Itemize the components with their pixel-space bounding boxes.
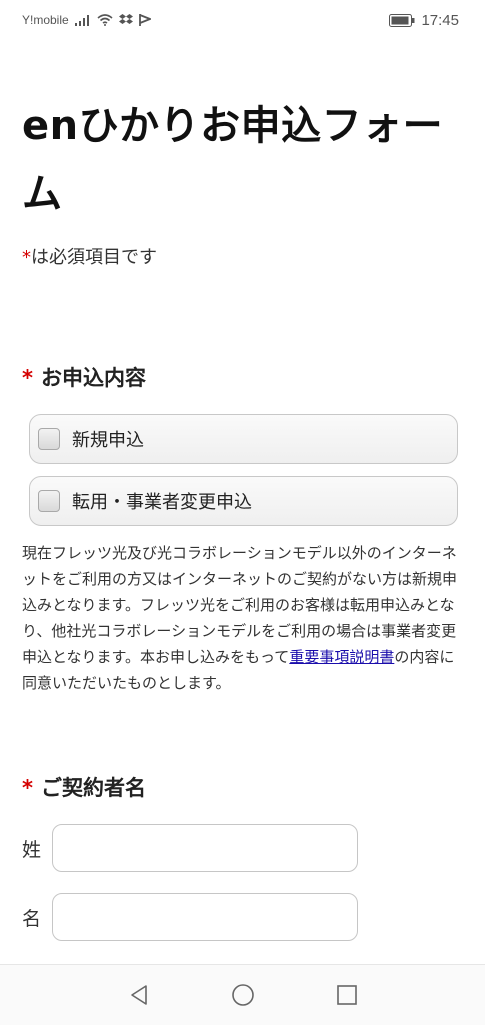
contractor-heading-text: ご契約者名 — [40, 776, 146, 800]
flag-icon — [138, 14, 151, 26]
clock: 17:45 — [421, 11, 459, 29]
battery-icon — [389, 13, 415, 27]
dropbox-icon — [118, 14, 133, 26]
required-mark: * — [22, 247, 31, 268]
signal-icon — [74, 14, 91, 26]
option-label: 転用・事業者変更申込 — [72, 492, 252, 513]
page-title: enひかりお申込フォーム — [22, 103, 444, 217]
status-bar-left: Y!mobile — [22, 13, 151, 27]
first-name-input[interactable] — [52, 893, 358, 941]
last-name-input[interactable] — [52, 824, 358, 872]
last-name-row: 姓 — [22, 824, 358, 872]
contractor-heading: * ご契約者名 — [22, 772, 146, 802]
option-label: 新規申込 — [72, 430, 144, 451]
new-application-checkbox[interactable] — [38, 428, 60, 450]
home-icon[interactable] — [228, 980, 258, 1010]
last-name-label: 姓 — [22, 838, 42, 861]
required-note: *は必須項目です — [22, 243, 157, 269]
option-transfer-application[interactable]: 転用・事業者変更申込 — [29, 476, 458, 526]
application-heading-text: お申込内容 — [40, 366, 146, 390]
required-mark: * — [22, 776, 33, 800]
wifi-icon — [97, 14, 113, 26]
first-name-row: 名 — [22, 893, 358, 941]
back-icon[interactable] — [124, 980, 154, 1010]
carrier-name: Y!mobile — [22, 13, 69, 27]
navigation-bar — [0, 964, 485, 1025]
transfer-application-checkbox[interactable] — [38, 490, 60, 512]
important-notice-link[interactable]: 重要事項説明書 — [289, 648, 394, 666]
option-new-application[interactable]: 新規申込 — [29, 414, 458, 464]
required-note-text: は必須項目です — [31, 247, 157, 268]
status-bar-right: 17:45 — [389, 12, 459, 29]
status-bar: Y!mobile 17:45 — [0, 0, 485, 40]
recents-icon[interactable] — [332, 980, 362, 1010]
first-name-label: 名 — [22, 907, 42, 930]
application-heading: * お申込内容 — [22, 362, 146, 392]
required-mark: * — [22, 366, 33, 390]
application-description: 現在フレッツ光及び光コラボレーションモデル以外のインターネットをご利用の方又はイ… — [22, 540, 464, 696]
